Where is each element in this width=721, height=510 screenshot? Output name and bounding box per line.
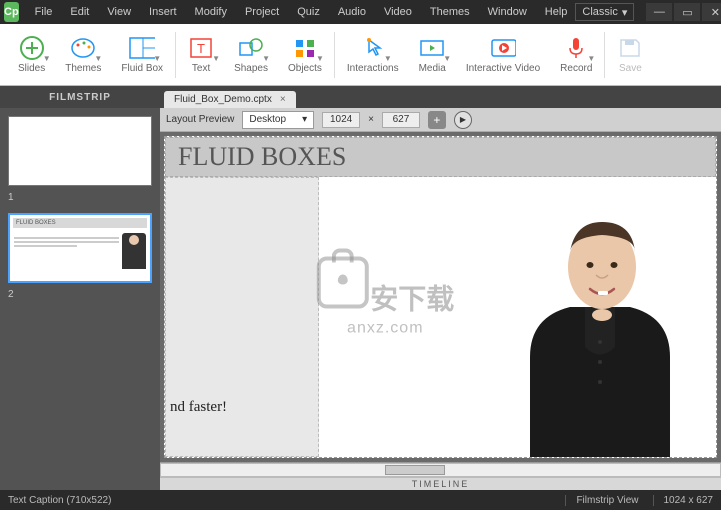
menu-quiz[interactable]: Quiz xyxy=(289,3,328,21)
text-button[interactable]: T ▼ Text xyxy=(178,27,224,83)
chevron-down-icon: ▾ xyxy=(622,6,628,19)
horizontal-scrollbar[interactable] xyxy=(160,463,721,477)
menu-file[interactable]: File xyxy=(27,3,61,21)
device-select[interactable]: Desktop ▾ xyxy=(242,111,314,129)
chevron-down-icon: ▼ xyxy=(94,54,102,63)
palette-icon: ▼ xyxy=(70,35,96,61)
minimize-button[interactable]: — xyxy=(646,3,672,21)
menu-themes[interactable]: Themes xyxy=(422,3,478,21)
menu-window[interactable]: Window xyxy=(480,3,535,21)
ribbon-toolbar: ▼ Slides ▼ Themes ▼ Fluid Box T ▼ Text ▼… xyxy=(0,24,721,86)
chevron-down-icon: ▼ xyxy=(153,54,161,63)
shapes-icon: ▼ xyxy=(238,35,264,61)
microphone-icon: ▼ xyxy=(563,35,589,61)
titlebar: Cp File Edit View Insert Modify Project … xyxy=(0,0,721,24)
interactive-video-button[interactable]: Interactive Video xyxy=(456,27,550,83)
document-name: Fluid_Box_Demo.cptx xyxy=(174,94,272,105)
menubar: File Edit View Insert Modify Project Qui… xyxy=(27,3,576,21)
app-icon: Cp xyxy=(4,2,19,22)
text-icon: T ▼ xyxy=(188,35,214,61)
slide-title[interactable]: FLUID BOXES xyxy=(165,137,716,177)
slide-number: 2 xyxy=(8,289,152,300)
menu-project[interactable]: Project xyxy=(237,3,287,21)
menu-edit[interactable]: Edit xyxy=(62,3,97,21)
status-view: Filmstrip View xyxy=(565,495,638,506)
menu-video[interactable]: Video xyxy=(376,3,420,21)
canvas-area: FLUID BOXES nd faster! xyxy=(160,132,721,462)
interactions-button[interactable]: ▼ Interactions xyxy=(337,27,409,83)
chevron-down-icon: ▼ xyxy=(316,54,324,63)
menu-help[interactable]: Help xyxy=(537,3,576,21)
timeline-label[interactable]: TIMELINE xyxy=(160,477,721,490)
video-icon xyxy=(490,35,516,61)
filmstrip-title: FILMSTRIP xyxy=(49,92,111,103)
fluid-box-icon: ▼ xyxy=(129,35,155,61)
height-input[interactable]: 627 xyxy=(382,112,420,128)
svg-text:T: T xyxy=(197,41,205,56)
chevron-down-icon: ▼ xyxy=(262,54,270,63)
plus-slide-icon: ▼ xyxy=(19,35,45,61)
statusbar: Text Caption (710x522) Filmstrip View 10… xyxy=(0,490,721,510)
save-button[interactable]: Save xyxy=(607,27,653,83)
objects-button[interactable]: ▼ Objects xyxy=(278,27,332,83)
media-button[interactable]: ▼ Media xyxy=(409,27,456,83)
save-icon xyxy=(617,35,643,61)
slide-canvas[interactable]: FLUID BOXES nd faster! xyxy=(164,136,717,458)
layout-preview-bar: Layout Preview Desktop ▾ 1024 × 627 + ▶ xyxy=(160,108,721,132)
status-selection: Text Caption (710x522) xyxy=(8,495,111,506)
fluid-box-button[interactable]: ▼ Fluid Box xyxy=(111,27,173,83)
click-icon: ▼ xyxy=(360,35,386,61)
shapes-button[interactable]: ▼ Shapes xyxy=(224,27,278,83)
preview-play-button[interactable]: ▶ xyxy=(454,111,472,129)
chevron-down-icon: ▼ xyxy=(443,54,451,63)
text-caption-box[interactable]: nd faster! xyxy=(165,177,319,457)
slide-thumb-1[interactable] xyxy=(8,116,152,186)
document-tabs: Fluid_Box_Demo.cptx × xyxy=(160,86,721,108)
menu-insert[interactable]: Insert xyxy=(141,3,185,21)
media-icon: ▼ xyxy=(419,35,445,61)
caption-text: nd faster! xyxy=(170,399,227,416)
menu-modify[interactable]: Modify xyxy=(187,3,235,21)
chevron-down-icon: ▼ xyxy=(43,54,51,63)
menu-audio[interactable]: Audio xyxy=(330,3,374,21)
slide-number: 1 xyxy=(8,192,152,203)
menu-view[interactable]: View xyxy=(99,3,139,21)
tab-close-icon[interactable]: × xyxy=(280,94,286,105)
slide-thumb-2[interactable]: FLUID BOXES xyxy=(8,213,152,283)
chevron-down-icon: ▾ xyxy=(302,114,307,125)
record-button[interactable]: ▼ Record xyxy=(550,27,602,83)
maximize-button[interactable]: ▭ xyxy=(674,3,700,21)
image-box[interactable] xyxy=(319,177,716,457)
slides-button[interactable]: ▼ Slides xyxy=(8,27,55,83)
themes-button[interactable]: ▼ Themes xyxy=(55,27,111,83)
add-breakpoint-button[interactable]: + xyxy=(428,111,446,129)
workspace-label: Classic xyxy=(582,6,617,18)
document-tab[interactable]: Fluid_Box_Demo.cptx × xyxy=(164,91,296,108)
workspace-select[interactable]: Classic ▾ xyxy=(575,3,634,21)
close-button[interactable]: ✕ xyxy=(702,3,721,21)
chevron-down-icon: ▼ xyxy=(587,54,595,63)
dim-separator: × xyxy=(368,114,374,125)
chevron-down-icon: ▼ xyxy=(384,54,392,63)
chevron-down-icon: ▼ xyxy=(212,54,220,63)
status-dimensions: 1024 x 627 xyxy=(653,495,714,506)
filmstrip-panel: FILMSTRIP 1 FLUID BOXES 2 xyxy=(0,86,160,490)
objects-icon: ▼ xyxy=(292,35,318,61)
person-image xyxy=(490,197,710,457)
width-input[interactable]: 1024 xyxy=(322,112,360,128)
timeline-panel: TIMELINE xyxy=(160,462,721,490)
layout-preview-label: Layout Preview xyxy=(166,114,234,125)
filmstrip-header: FILMSTRIP xyxy=(0,86,160,108)
